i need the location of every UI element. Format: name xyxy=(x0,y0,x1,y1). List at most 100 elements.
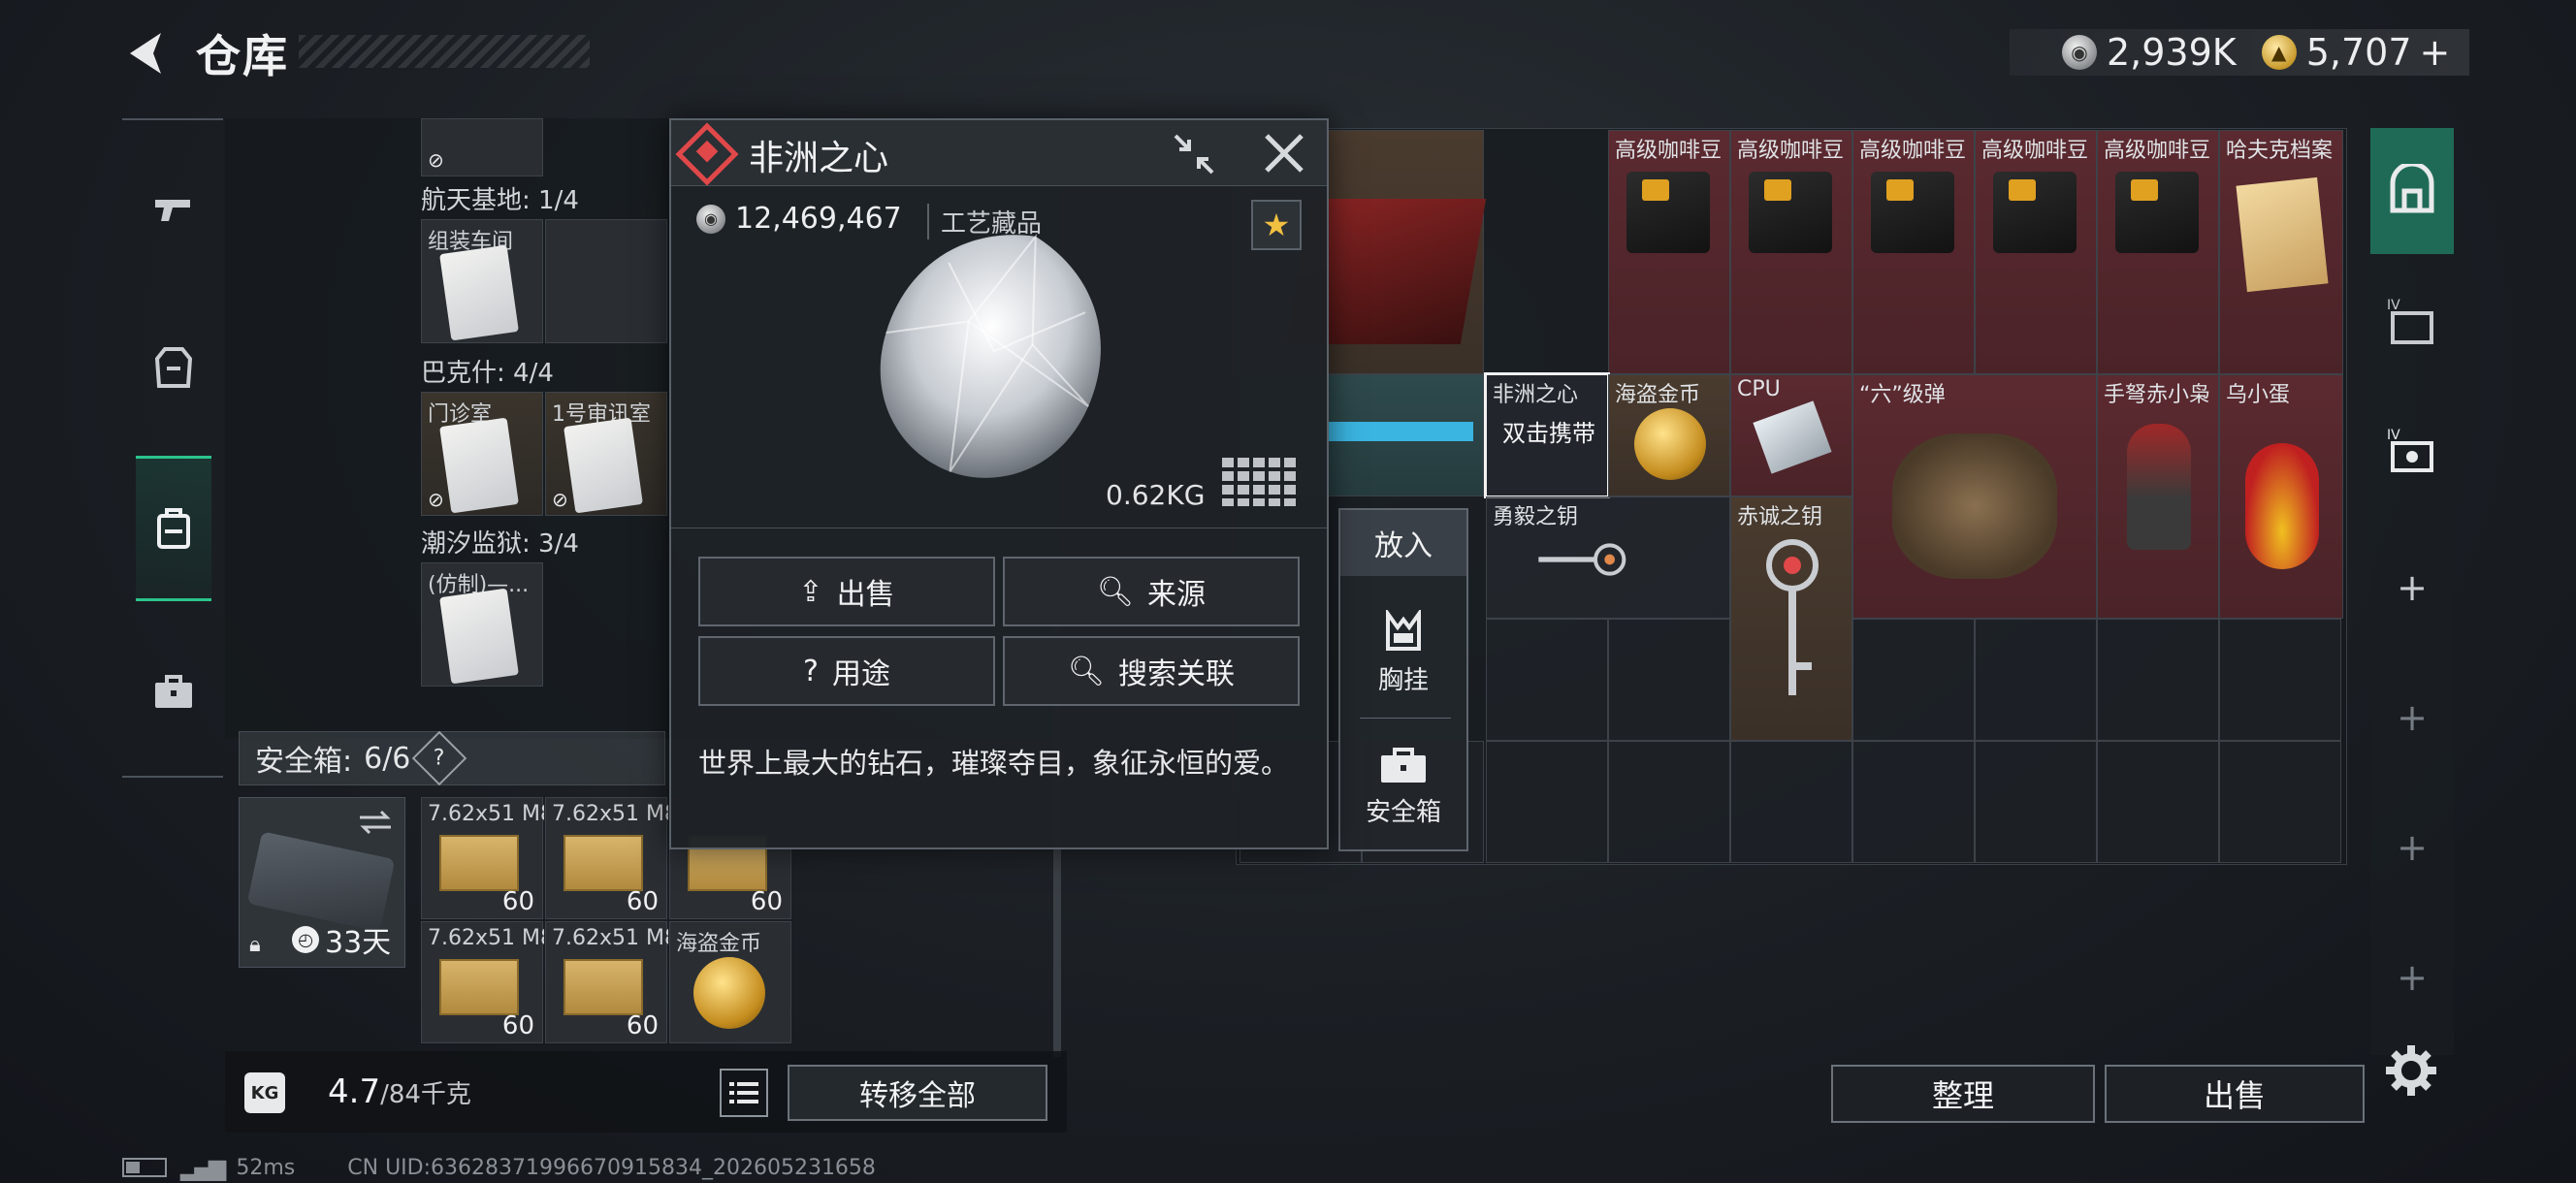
safe-box-timer: ◴ 33天 xyxy=(292,918,391,961)
silver-coin-icon: ◉ xyxy=(2062,35,2097,70)
menu-divider xyxy=(1360,718,1451,719)
put-chest-rig-option[interactable]: 胸挂 xyxy=(1340,590,1466,716)
popup-header: 非洲之心 xyxy=(671,120,1327,186)
settings-gear-icon[interactable] xyxy=(2382,1041,2440,1100)
case-level-icon: IV xyxy=(2387,298,2433,344)
battery-icon xyxy=(122,1158,167,1177)
search-related-button[interactable]: 🔍︎ 搜索关联 xyxy=(1003,636,1300,706)
pirate-coin-image xyxy=(693,957,765,1029)
backpack-icon xyxy=(157,508,190,549)
grid-empty-cell[interactable] xyxy=(1608,619,1730,741)
stash-slot-assembly[interactable]: 组装车间 xyxy=(421,219,543,343)
safe-item-ammo-5[interactable]: 7.62x51 M80 60 xyxy=(545,921,668,1043)
grid-empty-cell[interactable] xyxy=(2097,619,2219,741)
nav-weapons[interactable] xyxy=(136,136,211,281)
grid-item-pirate-coin[interactable]: 海盗金币 xyxy=(1608,374,1730,496)
safe-box-icon xyxy=(1381,747,1426,783)
currency-bar: ◉ 2,939K ▲ 5,707 + xyxy=(2010,29,2469,76)
gold-currency: ▲ 5,707 + xyxy=(2261,31,2451,74)
ammo-box-image xyxy=(564,959,643,1015)
grid-empty-cell[interactable] xyxy=(1852,741,1975,863)
stash-slot-empty[interactable] xyxy=(545,219,667,343)
container-icon xyxy=(2390,164,2434,213)
page-title: 仓库 xyxy=(196,30,289,82)
put-into-button[interactable]: 放入 xyxy=(1340,510,1466,576)
safe-item-ammo-2[interactable]: 7.62x51 M80 60 xyxy=(545,797,668,919)
grid-item-coffee-1[interactable]: 高级咖啡豆 xyxy=(1608,130,1730,374)
safe-item-pirate-coin[interactable]: 海盗金币 xyxy=(669,921,791,1043)
grid-item-coffee-5[interactable]: 高级咖啡豆 xyxy=(2097,130,2219,374)
sell-button[interactable]: 出售 xyxy=(2105,1065,2365,1123)
grid-item-level6-ammo[interactable]: “六”级弹 xyxy=(1852,374,2097,619)
grid-item-haavk-file[interactable]: 哈夫克档案 xyxy=(2219,130,2343,374)
silver-coin-icon: ◉ xyxy=(696,204,725,234)
silver-amount: 2,939K xyxy=(2107,31,2237,74)
left-nav xyxy=(122,118,223,778)
grid-empty-cell[interactable] xyxy=(2097,741,2219,863)
category-bakesh: 巴克什: 4/4 xyxy=(421,359,554,388)
grid-item-coffee-4[interactable]: 高级咖啡豆 xyxy=(1975,130,2097,374)
side-tab-level4-safe[interactable]: IV xyxy=(2370,388,2454,514)
safe-item-ammo-1[interactable]: 7.62x51 M80 60 xyxy=(421,797,544,919)
sell-item-button[interactable]: ⇪ 出售 xyxy=(698,557,995,626)
lock-off-icon: ⊘ xyxy=(552,488,568,511)
keycard-image xyxy=(439,417,519,514)
header-bar: 仓库 ◉ 2,939K ▲ 5,707 + xyxy=(0,0,2576,107)
lock-off-icon: ⊘ xyxy=(428,148,444,172)
put-safe-box-option[interactable]: 安全箱 xyxy=(1340,723,1466,849)
grid-empty-cell[interactable] xyxy=(2219,619,2341,741)
stash-slot-fake[interactable]: (仿制)—... xyxy=(421,562,543,687)
side-tab-backpack[interactable] xyxy=(2370,128,2454,254)
grid-empty-cell[interactable] xyxy=(2219,741,2341,863)
safe-box-header: 安全箱: 6/6 ? xyxy=(239,730,665,786)
gold-amount: 5,707 xyxy=(2305,31,2412,74)
grid-empty-cell[interactable] xyxy=(1608,741,1730,863)
nav-backpack[interactable] xyxy=(136,456,211,601)
grid-item-courage-key[interactable]: 勇毅之钥 xyxy=(1486,496,1730,619)
grid-empty-cell[interactable] xyxy=(1486,619,1608,741)
grid-item-coffee-3[interactable]: 高级咖啡豆 xyxy=(1852,130,1975,374)
key-image xyxy=(1766,539,1819,695)
grid-item-sincerity-key[interactable]: 赤诚之钥 xyxy=(1730,496,1852,741)
nav-case[interactable] xyxy=(136,619,211,764)
grid-empty-cell[interactable] xyxy=(1975,741,2097,863)
grid-empty-cell[interactable] xyxy=(1975,619,2097,741)
question-icon: ? xyxy=(803,654,819,688)
add-currency-button[interactable]: + xyxy=(2420,31,2451,74)
grid-empty-cell[interactable] xyxy=(1486,741,1608,863)
safe-box-slot[interactable]: 🔒︎ ◴ 33天 xyxy=(239,797,405,968)
nav-armor[interactable] xyxy=(136,295,211,440)
grid-item-coffee-2[interactable]: 高级咖啡豆 xyxy=(1730,130,1852,374)
stash-slot-comms[interactable]: 1号审讯室 ⊘ xyxy=(545,392,667,516)
coffee-bag-image xyxy=(1871,172,1954,253)
transfer-all-button[interactable]: 转移全部 xyxy=(788,1065,1047,1121)
grid-item-crow-egg[interactable]: 乌小蛋 xyxy=(2219,374,2343,619)
close-icon[interactable] xyxy=(1261,130,1307,176)
swap-icon[interactable] xyxy=(356,808,395,837)
list-view-button[interactable] xyxy=(720,1069,768,1117)
sort-button[interactable]: 整理 xyxy=(1831,1065,2095,1123)
coffee-bag-image xyxy=(1993,172,2077,253)
grid-item-crossbow-figure[interactable]: 手弩赤小枭 xyxy=(2097,374,2219,619)
keycard-image xyxy=(439,244,519,341)
favorite-star-button[interactable]: ★ xyxy=(1251,200,1302,250)
add-container-button[interactable]: + xyxy=(2370,809,2454,886)
add-container-button[interactable]: + xyxy=(2370,939,2454,1016)
back-arrow-icon[interactable] xyxy=(120,27,173,80)
search-icon: 🔍︎ xyxy=(1067,654,1106,688)
collapse-arrows-icon[interactable] xyxy=(1172,132,1216,176)
source-button[interactable]: 🔍︎ 来源 xyxy=(1003,557,1300,626)
lock-off-icon: ⊘ xyxy=(428,488,444,511)
add-container-button[interactable]: + xyxy=(2370,549,2454,626)
side-tab-level4-case[interactable]: IV xyxy=(2370,258,2454,384)
grid-item-cpu[interactable]: CPU xyxy=(1730,374,1852,496)
help-button[interactable]: ? xyxy=(412,730,467,786)
add-container-button[interactable]: + xyxy=(2370,679,2454,756)
stash-slot-top[interactable]: ⊘ xyxy=(421,118,543,176)
grid-empty-cell[interactable] xyxy=(1730,741,1852,863)
chest-rig-icon xyxy=(1386,609,1421,651)
stash-slot-clinic[interactable]: 门诊室 ⊘ xyxy=(421,392,543,516)
usage-button[interactable]: ? 用途 xyxy=(698,636,995,706)
safe-item-ammo-4[interactable]: 7.62x51 M80 60 xyxy=(421,921,544,1043)
grid-empty-cell[interactable] xyxy=(1852,619,1975,741)
